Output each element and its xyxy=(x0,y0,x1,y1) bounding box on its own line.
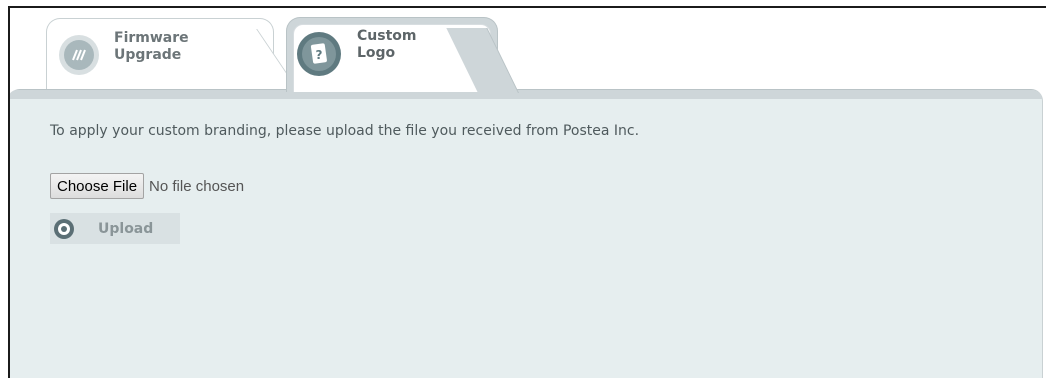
tab-firmware-label: Firmware Upgrade xyxy=(114,30,189,63)
tab-firmware-upgrade[interactable]: Firmware Upgrade xyxy=(46,18,274,90)
file-input: Choose File No file chosen xyxy=(50,173,244,199)
upload-label: Upload xyxy=(98,220,154,237)
panel-top-band xyxy=(10,90,1042,99)
instructions-text: To apply your custom branding, please up… xyxy=(50,123,640,139)
app-frame: Firmware Upgrade ? Custom Logo To apply … xyxy=(8,6,1046,378)
firmware-chip-icon xyxy=(59,35,99,75)
upload-icon xyxy=(54,218,74,239)
custom-logo-icon: ? xyxy=(297,32,341,76)
choose-file-button[interactable]: Choose File xyxy=(50,173,145,199)
tab-custom-label: Custom Logo xyxy=(357,28,417,61)
svg-text:?: ? xyxy=(316,48,323,62)
upload-button[interactable]: Upload xyxy=(50,213,180,244)
tab-custom-logo[interactable]: ? Custom Logo xyxy=(286,17,498,92)
file-status: No file chosen xyxy=(149,177,245,195)
